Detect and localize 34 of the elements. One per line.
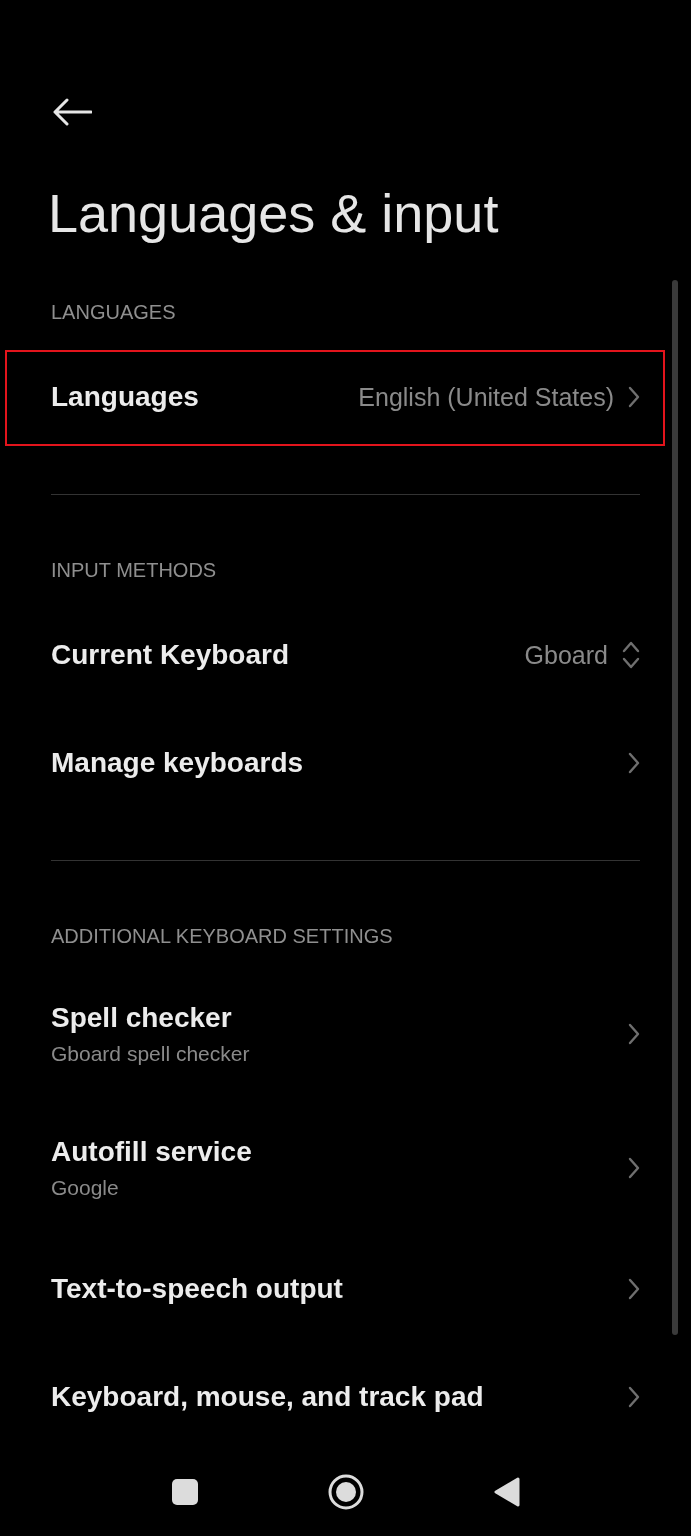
home-nav-icon[interactable] [327,1474,364,1510]
section-header: ADDITIONAL KEYBOARD SETTINGS [51,924,394,949]
chevron-right-icon [628,1278,640,1300]
chevron-right-icon [628,752,640,774]
square-nav-icon[interactable] [171,1479,198,1505]
row-title: Autofill service [51,1136,253,1168]
back-arrow-icon[interactable] [52,98,92,126]
row-title: Manage keyboards [51,747,305,779]
chevron-right-icon [628,1157,640,1179]
up-down-chevron-icon [622,640,640,670]
section-header: INPUT METHODS [51,558,218,583]
settings-row[interactable]: Manage keyboards [51,709,640,817]
section-header: LANGUAGES [51,300,177,325]
row-title: Current Keyboard [51,639,291,671]
scrollbar[interactable] [672,280,678,1335]
row-value: English (United States) [358,382,614,412]
row-subtitle: Gboard spell checker [51,1042,251,1066]
row-title: Languages [51,381,200,413]
chevron-right-icon [628,386,640,408]
settings-row[interactable]: Autofill service Google [51,1101,640,1235]
chevron-right-icon [628,1023,640,1045]
settings-row[interactable]: Spell checker Gboard spell checker [51,967,640,1101]
row-title: Spell checker [51,1002,233,1034]
settings-row[interactable]: Keyboard, mouse, and track pad [51,1343,640,1451]
row-value: Gboard [524,640,608,670]
back-nav-icon[interactable] [493,1477,520,1507]
row-title: Text-to-speech output [51,1273,344,1305]
settings-row[interactable]: Current Keyboard Gboard [51,601,640,709]
page-title: Languages & input [48,182,500,245]
settings-row[interactable]: Text-to-speech output [51,1235,640,1343]
row-subtitle: Google [51,1176,120,1200]
chevron-right-icon [628,1386,640,1408]
row-title: Keyboard, mouse, and track pad [51,1381,485,1413]
settings-row[interactable]: Languages English (United States) [51,343,640,451]
